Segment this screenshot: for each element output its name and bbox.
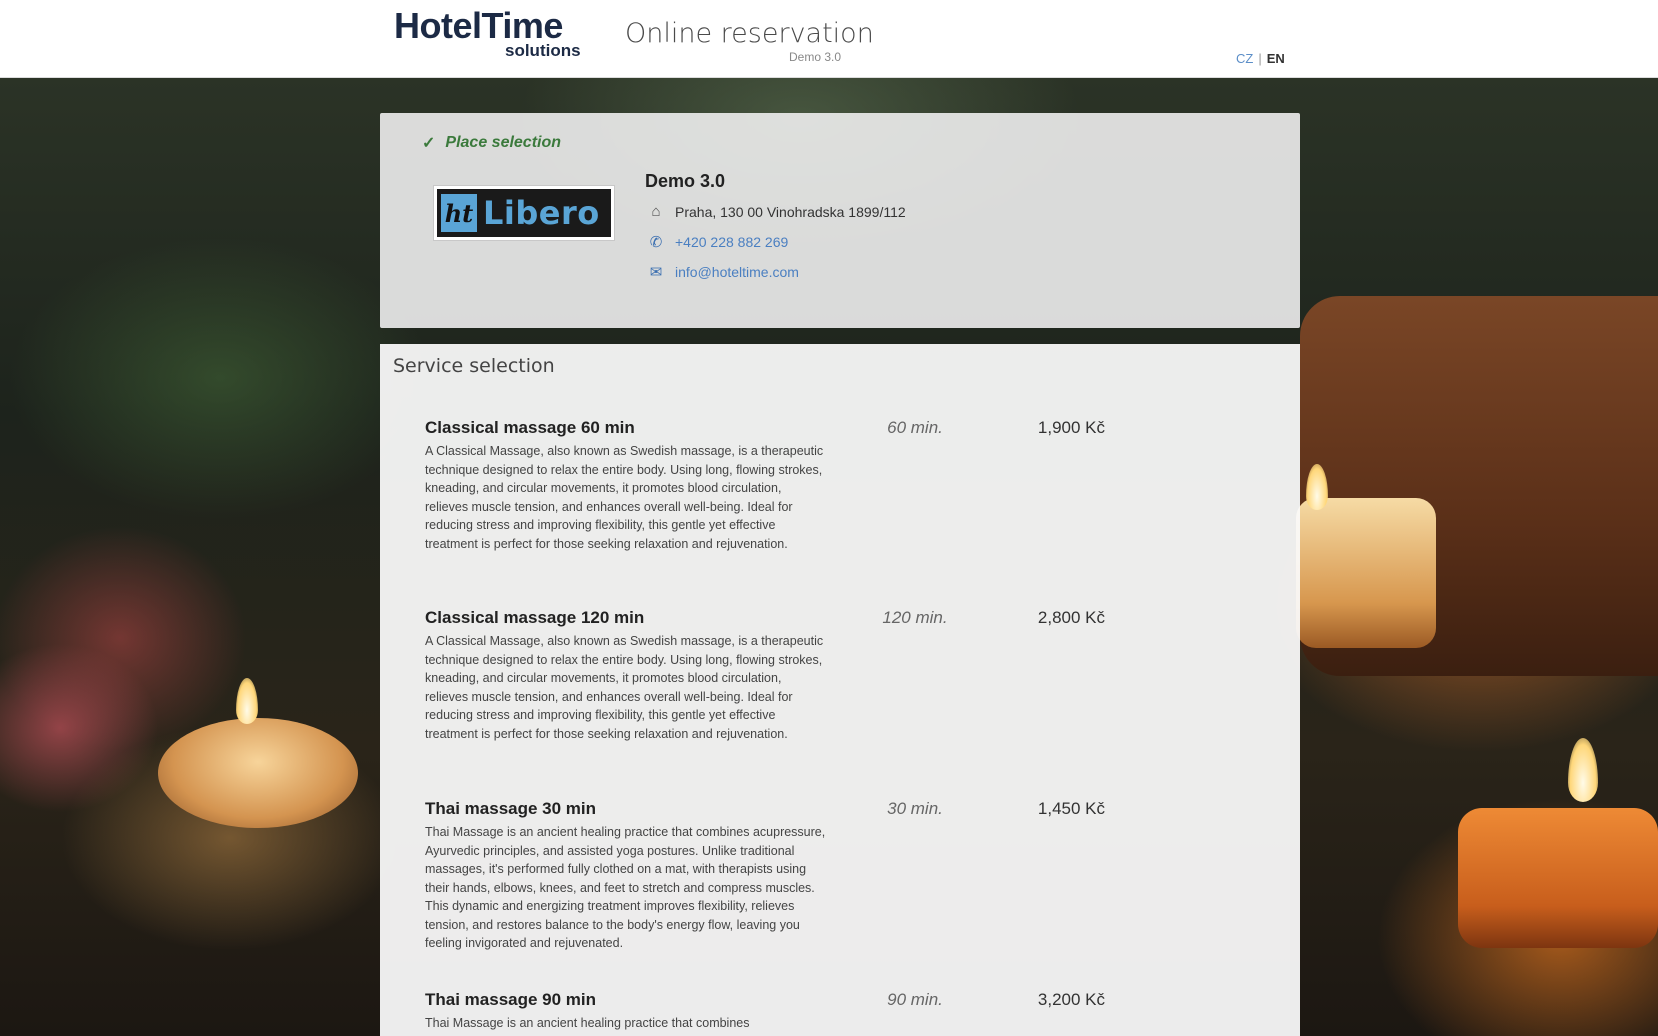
top-header: HotelTime solutions Online reservation D… (0, 0, 1658, 78)
service-duration: 120 min. (882, 608, 948, 627)
service-description: Thai Massage is an ancient healing pract… (425, 1016, 750, 1030)
service-item[interactable]: Classical massage 120 min A Classical Ma… (425, 608, 1245, 743)
service-description: A Classical Massage, also known as Swedi… (425, 634, 824, 741)
service-duration: 30 min. (887, 799, 943, 818)
lang-en-link[interactable]: EN (1267, 51, 1285, 66)
service-description: A Classical Massage, also known as Swedi… (425, 444, 824, 551)
place-selection-panel: ✓ Place selection ht Libero Demo 3.0 ⌂ P… (380, 113, 1300, 328)
lang-separator: | (1258, 51, 1262, 66)
service-price: 2,800 Kč (1037, 608, 1105, 627)
place-email-link[interactable]: info@hoteltime.com (675, 264, 799, 280)
place-email-row: ✉ info@hoteltime.com (647, 263, 799, 281)
service-name[interactable]: Thai massage 90 min (425, 990, 1245, 1010)
place-selection-heading[interactable]: ✓ Place selection (422, 133, 561, 153)
place-name: Demo 3.0 (645, 171, 726, 191)
service-selection-title: Service selection (393, 355, 555, 377)
version-label: Demo 3.0 (789, 50, 842, 64)
place-phone-link[interactable]: +420 228 882 269 (675, 234, 788, 250)
background-candle (1296, 498, 1436, 648)
service-duration: 60 min. (887, 418, 943, 437)
service-name[interactable]: Classical massage 60 min (425, 418, 1245, 438)
background-flame (1568, 738, 1598, 802)
service-item[interactable]: Classical massage 60 min A Classical Mas… (425, 418, 1245, 553)
background-candle (1458, 808, 1658, 948)
lang-cz-link[interactable]: CZ (1236, 51, 1253, 66)
service-duration: 90 min. (887, 990, 943, 1009)
home-icon: ⌂ (651, 203, 661, 220)
place-address: Praha, 130 00 Vinohradska 1899/112 (675, 203, 906, 220)
service-description: Thai Massage is an ancient healing pract… (425, 825, 826, 950)
service-name[interactable]: Thai massage 30 min (425, 799, 1245, 819)
place-address-row: ⌂ Praha, 130 00 Vinohradska 1899/112 (647, 203, 906, 220)
service-price: 1,900 Kč (1037, 418, 1105, 437)
hoteltime-logo-sub: solutions (505, 41, 581, 60)
background-candle (158, 718, 358, 828)
place-logo-ht: ht (441, 194, 477, 232)
mail-icon: ✉ (649, 264, 663, 281)
place-phone-row: ✆ +420 228 882 269 (647, 233, 789, 251)
service-item[interactable]: Thai massage 90 min Thai Massage is an a… (425, 990, 1245, 1033)
service-price: 3,200 Kč (1037, 990, 1105, 1009)
check-icon: ✓ (422, 135, 436, 152)
service-name[interactable]: Classical massage 120 min (425, 608, 1245, 628)
service-selection-panel: Service selection Classical massage 60 m… (380, 344, 1300, 1036)
place-logo-name: Libero (483, 194, 600, 232)
service-item[interactable]: Thai massage 30 min Thai Massage is an a… (425, 799, 1245, 953)
place-logo: ht Libero (434, 186, 614, 240)
phone-icon: ✆ (649, 234, 663, 251)
page-title: Online reservation (625, 18, 874, 49)
background-flame (236, 678, 258, 724)
place-selection-label: Place selection (445, 134, 562, 151)
language-switcher: CZ | EN (1236, 51, 1285, 66)
service-price: 1,450 Kč (1037, 799, 1105, 818)
